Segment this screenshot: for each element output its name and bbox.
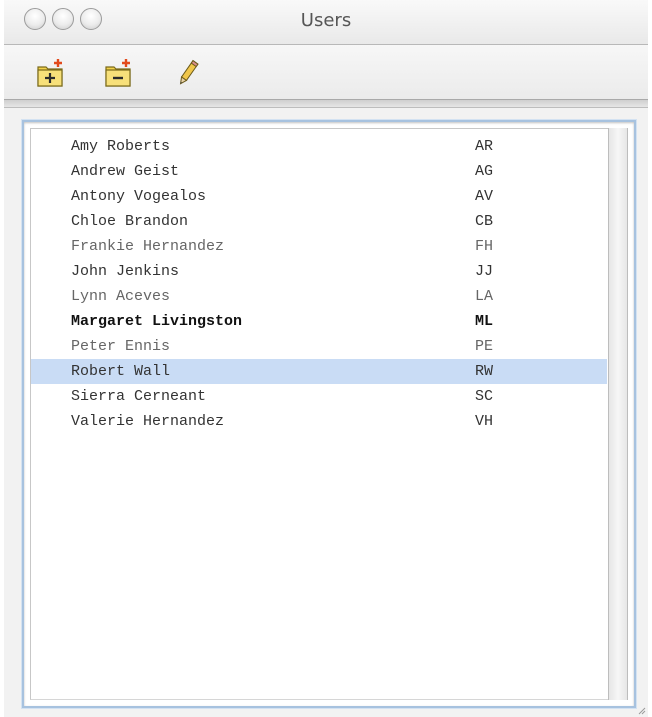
user-initials: CB bbox=[475, 213, 494, 230]
title-bar[interactable]: Users bbox=[4, 0, 648, 45]
user-row[interactable]: Andrew Geist AG bbox=[31, 159, 607, 184]
user-initials: AV bbox=[475, 188, 494, 205]
add-user-button[interactable] bbox=[36, 58, 64, 88]
user-row[interactable]: Frankie Hernandez FH bbox=[31, 234, 607, 259]
user-name: Chloe Brandon bbox=[71, 213, 189, 230]
pencil-icon bbox=[179, 59, 199, 85]
user-initials: AG bbox=[475, 163, 494, 180]
user-initials: SC bbox=[475, 388, 494, 405]
users-window: Users Amy Roberts AR Andrew Geist AG Ant… bbox=[4, 0, 648, 717]
user-name: Andrew Geist bbox=[71, 163, 180, 180]
resize-grip-icon[interactable] bbox=[636, 705, 646, 715]
user-initials: AR bbox=[475, 138, 494, 155]
user-name: Valerie Hernandez bbox=[71, 413, 225, 430]
user-row[interactable]: Robert Wall RW bbox=[31, 359, 607, 384]
user-name: Frankie Hernandez bbox=[71, 238, 225, 255]
user-list[interactable]: Amy Roberts AR Andrew Geist AG Antony Vogeal… bbox=[22, 120, 636, 708]
remove-user-icon bbox=[105, 59, 131, 87]
user-row[interactable]: Antony Vogealos AV bbox=[31, 184, 607, 209]
user-name: Sierra Cerneant bbox=[71, 388, 207, 405]
user-initials: ML bbox=[475, 313, 494, 330]
add-user-icon bbox=[37, 59, 63, 87]
user-name: Lynn Aceves bbox=[71, 288, 171, 305]
user-row[interactable]: Peter Ennis PE bbox=[31, 334, 607, 359]
user-row[interactable]: Lynn Aceves LA bbox=[31, 284, 607, 309]
remove-user-button[interactable] bbox=[104, 58, 132, 88]
vertical-scrollbar[interactable] bbox=[608, 128, 628, 700]
user-initials: VH bbox=[475, 413, 494, 430]
user-row[interactable]: Valerie Hernandez VH bbox=[31, 409, 607, 434]
user-name: John Jenkins bbox=[71, 263, 180, 280]
user-initials: RW bbox=[475, 363, 494, 380]
user-name: Amy Roberts bbox=[71, 138, 171, 155]
toolbar-separator bbox=[4, 99, 648, 108]
user-rows: Amy Roberts AR Andrew Geist AG Antony Vogeal… bbox=[31, 134, 607, 434]
edit-user-button[interactable] bbox=[174, 58, 202, 88]
user-name: Antony Vogealos bbox=[71, 188, 207, 205]
user-name: Peter Ennis bbox=[71, 338, 171, 355]
user-row[interactable]: Margaret Livingston ML bbox=[31, 309, 607, 334]
user-initials: LA bbox=[475, 288, 494, 305]
user-name: Robert Wall bbox=[71, 363, 171, 380]
window-title: Users bbox=[300, 10, 352, 31]
user-row[interactable]: Sierra Cerneant SC bbox=[31, 384, 607, 409]
user-name: Margaret Livingston bbox=[71, 313, 243, 330]
user-row[interactable]: John Jenkins JJ bbox=[31, 259, 607, 284]
user-initials: JJ bbox=[475, 263, 494, 280]
user-initials: PE bbox=[475, 338, 494, 355]
user-row[interactable]: Chloe Brandon CB bbox=[31, 209, 607, 234]
user-row[interactable]: Amy Roberts AR bbox=[31, 134, 607, 159]
toolbar bbox=[4, 45, 648, 99]
user-initials: FH bbox=[475, 238, 494, 255]
